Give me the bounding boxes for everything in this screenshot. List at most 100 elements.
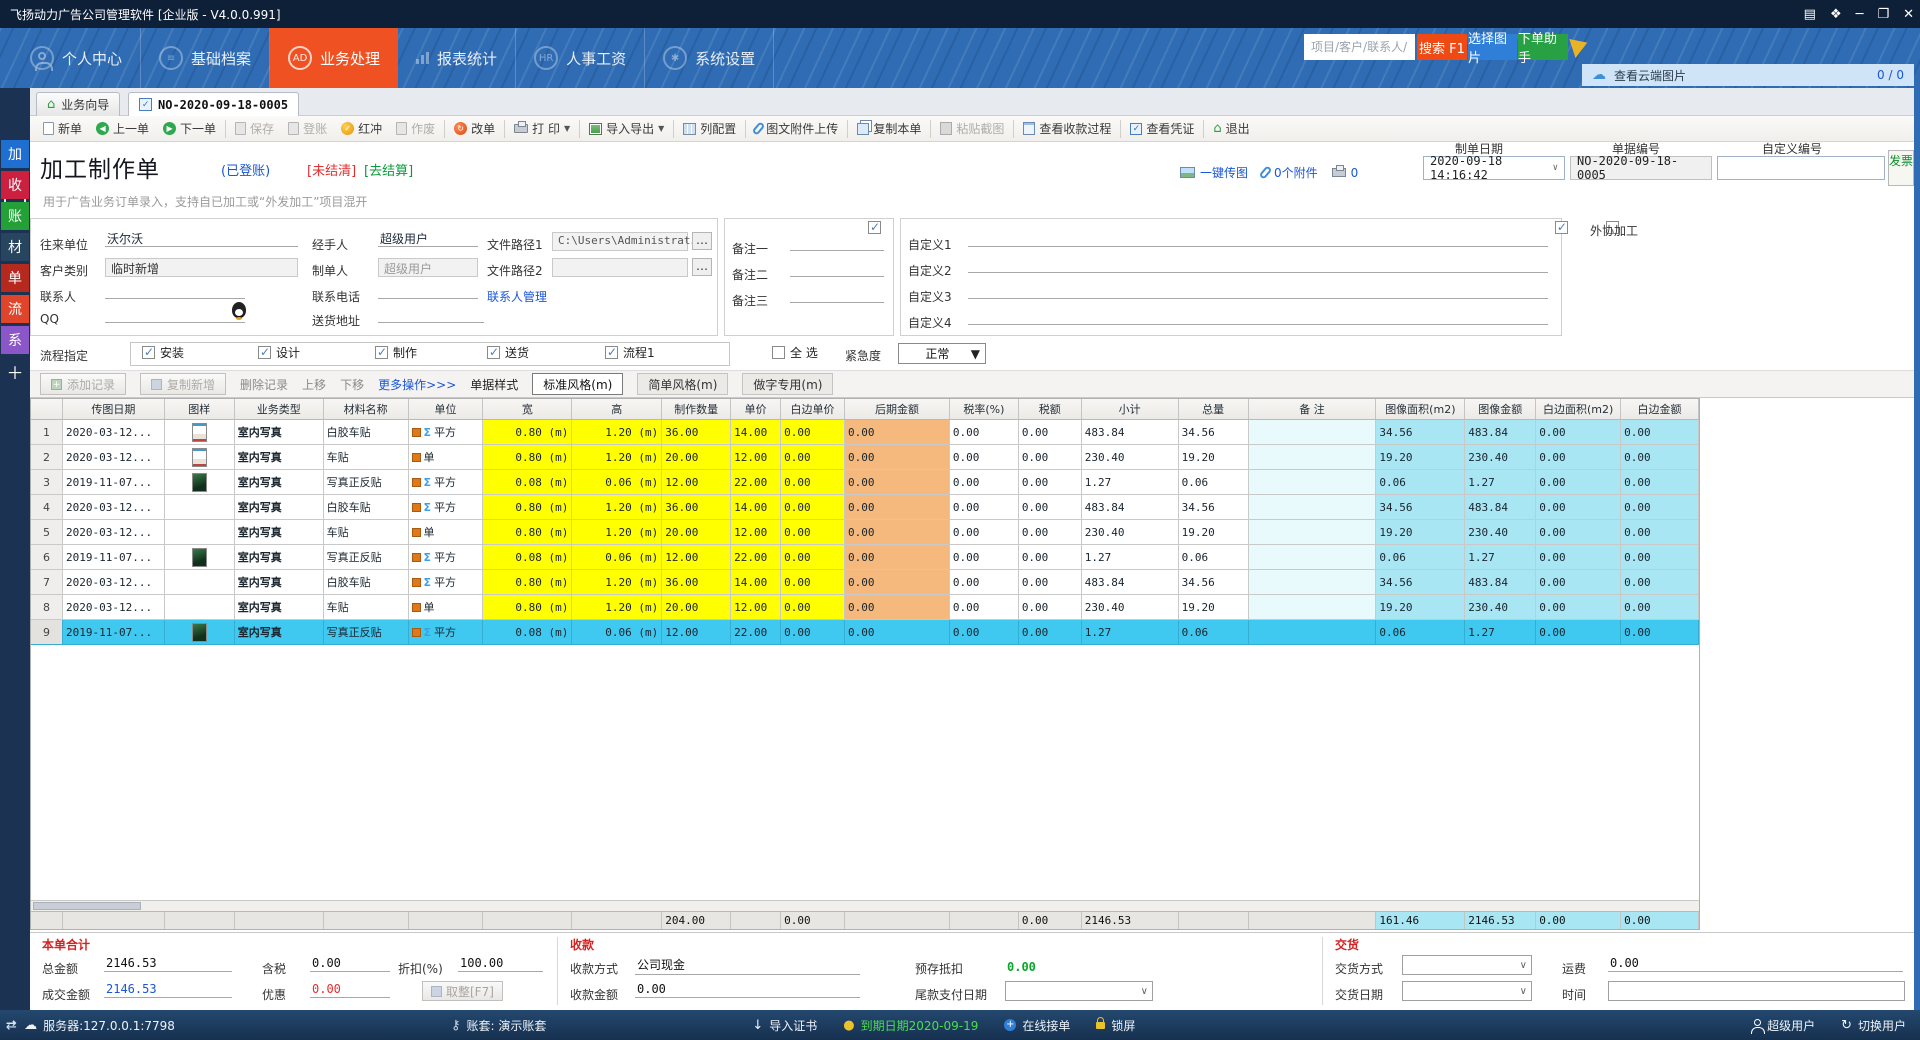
table-cell[interactable] xyxy=(165,520,235,545)
table-cell[interactable]: 0.06 xyxy=(1376,620,1465,645)
table-row[interactable]: 22020-03-12...室内写真车贴单0.80 (m)1.20 (m)20.… xyxy=(31,445,1699,470)
table-cell[interactable]: Σ平方 xyxy=(409,420,484,445)
table-cell[interactable]: 0.80 (m) xyxy=(483,520,572,545)
table-cell[interactable]: 0.00 xyxy=(781,570,845,595)
handler-field[interactable]: 超级用户 xyxy=(378,230,478,247)
copy-order-button[interactable]: 复制本单 xyxy=(850,117,928,141)
thumbnail-image[interactable] xyxy=(192,623,207,642)
table-cell[interactable]: 12.00 xyxy=(731,595,781,620)
post-account-button[interactable]: 登账 xyxy=(281,117,334,141)
table-cell[interactable]: 12.00 xyxy=(731,445,781,470)
table-cell[interactable]: 室内写真 xyxy=(235,570,324,595)
table-cell[interactable]: 0.00 xyxy=(845,520,950,545)
table-cell[interactable]: 19.20 xyxy=(1179,445,1249,470)
custom-fields-checkbox[interactable] xyxy=(1555,221,1568,234)
table-cell[interactable]: 1.20 (m) xyxy=(572,420,662,445)
address-field[interactable] xyxy=(378,306,484,323)
table-cell[interactable]: 1.20 (m) xyxy=(572,570,662,595)
customer-type-field[interactable]: 临时新增 xyxy=(105,258,298,277)
notes-checkbox[interactable] xyxy=(868,221,881,234)
time-field[interactable] xyxy=(1608,981,1905,1001)
column-header[interactable]: 后期金额 xyxy=(845,399,950,419)
table-cell[interactable]: 白胶车贴 xyxy=(324,495,409,520)
qq-field[interactable] xyxy=(105,306,245,323)
minimize-icon[interactable]: ─ xyxy=(1856,7,1864,22)
round-off-button[interactable]: 取整[F7] xyxy=(422,981,503,1001)
table-cell[interactable]: 写真正反贴 xyxy=(324,620,409,645)
table-cell[interactable]: 36.00 xyxy=(662,495,731,520)
restore-icon[interactable]: ❐ xyxy=(1877,7,1889,22)
table-cell[interactable]: 0.00 xyxy=(1019,620,1082,645)
table-cell[interactable]: 1.27 xyxy=(1465,545,1536,570)
table-cell[interactable]: 0.06 xyxy=(1179,470,1249,495)
table-cell[interactable]: 0.00 xyxy=(1536,620,1621,645)
table-cell[interactable]: 2019-11-07... xyxy=(63,470,165,495)
column-header[interactable]: 白边金额 xyxy=(1621,399,1699,419)
tab-current-order[interactable]: ✓ NO-2020-09-18-0005 xyxy=(128,92,299,116)
clipboard-icon[interactable]: ▤ xyxy=(1804,7,1816,22)
table-cell[interactable]: 0.00 xyxy=(1536,545,1621,570)
table-cell[interactable]: 1.27 xyxy=(1082,470,1179,495)
table-cell[interactable]: 车贴 xyxy=(324,595,409,620)
table-cell[interactable]: 0.00 xyxy=(781,620,845,645)
column-header[interactable]: 传图日期 xyxy=(63,399,165,419)
table-row[interactable]: 62019-11-07...室内写真写真正反贴Σ平方0.08 (m)0.06 (… xyxy=(31,545,1699,570)
table-cell[interactable]: 1.20 (m) xyxy=(572,520,662,545)
column-header[interactable] xyxy=(31,399,63,419)
table-cell[interactable]: 0.00 xyxy=(1621,545,1699,570)
red-flush-button[interactable]: ✓红冲 xyxy=(334,117,389,141)
table-cell[interactable]: 20.00 xyxy=(662,445,731,470)
table-cell[interactable] xyxy=(165,570,235,595)
table-cell[interactable] xyxy=(1249,520,1377,545)
table-cell[interactable]: 0.06 (m) xyxy=(572,545,662,570)
new-order-button[interactable]: 新单 xyxy=(36,117,89,141)
path1-field[interactable]: C:\Users\Administrat‥ xyxy=(552,232,688,251)
checkbox[interactable] xyxy=(772,346,785,359)
table-row[interactable]: 82020-03-12...室内写真车贴单0.80 (m)1.20 (m)20.… xyxy=(31,595,1699,620)
table-cell[interactable]: 1.20 (m) xyxy=(572,495,662,520)
move-up-button[interactable]: 上移 xyxy=(302,376,326,393)
table-cell[interactable]: 2020-03-12... xyxy=(63,570,165,595)
table-cell[interactable]: 20.00 xyxy=(662,595,731,620)
table-cell[interactable] xyxy=(1249,470,1377,495)
table-cell[interactable]: 室内写真 xyxy=(235,445,324,470)
qq-penguin-icon[interactable] xyxy=(232,302,246,318)
table-row[interactable]: 12020-03-12...室内写真白胶车贴Σ平方0.80 (m)1.20 (m… xyxy=(31,420,1699,445)
table-cell[interactable]: 0.00 xyxy=(781,420,845,445)
table-cell[interactable]: 室内写真 xyxy=(235,620,324,645)
table-cell[interactable]: 0.06 (m) xyxy=(572,470,662,495)
table-cell[interactable]: 0.00 xyxy=(845,495,950,520)
quick-upload-link[interactable]: 一键传图 xyxy=(1180,164,1248,181)
table-cell[interactable]: 230.40 xyxy=(1465,445,1536,470)
table-cell[interactable]: 0.00 xyxy=(1536,570,1621,595)
table-cell[interactable]: 0.00 xyxy=(1019,595,1082,620)
table-cell[interactable]: 车贴 xyxy=(324,445,409,470)
table-cell[interactable]: 9 xyxy=(31,620,63,645)
pay-method-value[interactable]: 公司现金 xyxy=(635,956,860,975)
table-cell[interactable]: 0.00 xyxy=(1621,520,1699,545)
table-cell[interactable]: 0.00 xyxy=(845,545,950,570)
flow-step-install[interactable]: 安装 xyxy=(142,344,184,361)
table-cell[interactable]: 0.00 xyxy=(1621,595,1699,620)
table-cell[interactable]: 0.00 xyxy=(950,620,1019,645)
skin-icon[interactable]: ❖ xyxy=(1830,7,1842,22)
paste-screenshot-button[interactable]: 粘贴截图 xyxy=(933,117,1011,141)
table-cell[interactable]: 室内写真 xyxy=(235,545,324,570)
void-button[interactable]: 作废 xyxy=(389,117,442,141)
table-cell[interactable]: 22.00 xyxy=(731,470,781,495)
table-cell[interactable]: 室内写真 xyxy=(235,420,324,445)
settle-link[interactable]: [去结算] xyxy=(364,160,413,179)
table-cell[interactable]: 0.00 xyxy=(1621,445,1699,470)
table-cell[interactable]: 0.80 (m) xyxy=(483,570,572,595)
path2-field[interactable] xyxy=(552,258,688,277)
table-row[interactable]: 52020-03-12...室内写真车贴单0.80 (m)1.20 (m)20.… xyxy=(31,520,1699,545)
table-cell[interactable] xyxy=(1249,495,1377,520)
table-cell[interactable]: 0.00 xyxy=(950,420,1019,445)
copy-add-button[interactable]: 复制新增 xyxy=(140,373,226,395)
table-cell[interactable]: 14.00 xyxy=(731,420,781,445)
table-cell[interactable]: 0.00 xyxy=(1536,595,1621,620)
rail-tab-materials[interactable]: 材 xyxy=(1,233,29,261)
flow-step-flow1[interactable]: 流程1 xyxy=(605,344,655,361)
table-cell[interactable]: 2020-03-12... xyxy=(63,595,165,620)
table-cell[interactable]: 0.00 xyxy=(1536,470,1621,495)
